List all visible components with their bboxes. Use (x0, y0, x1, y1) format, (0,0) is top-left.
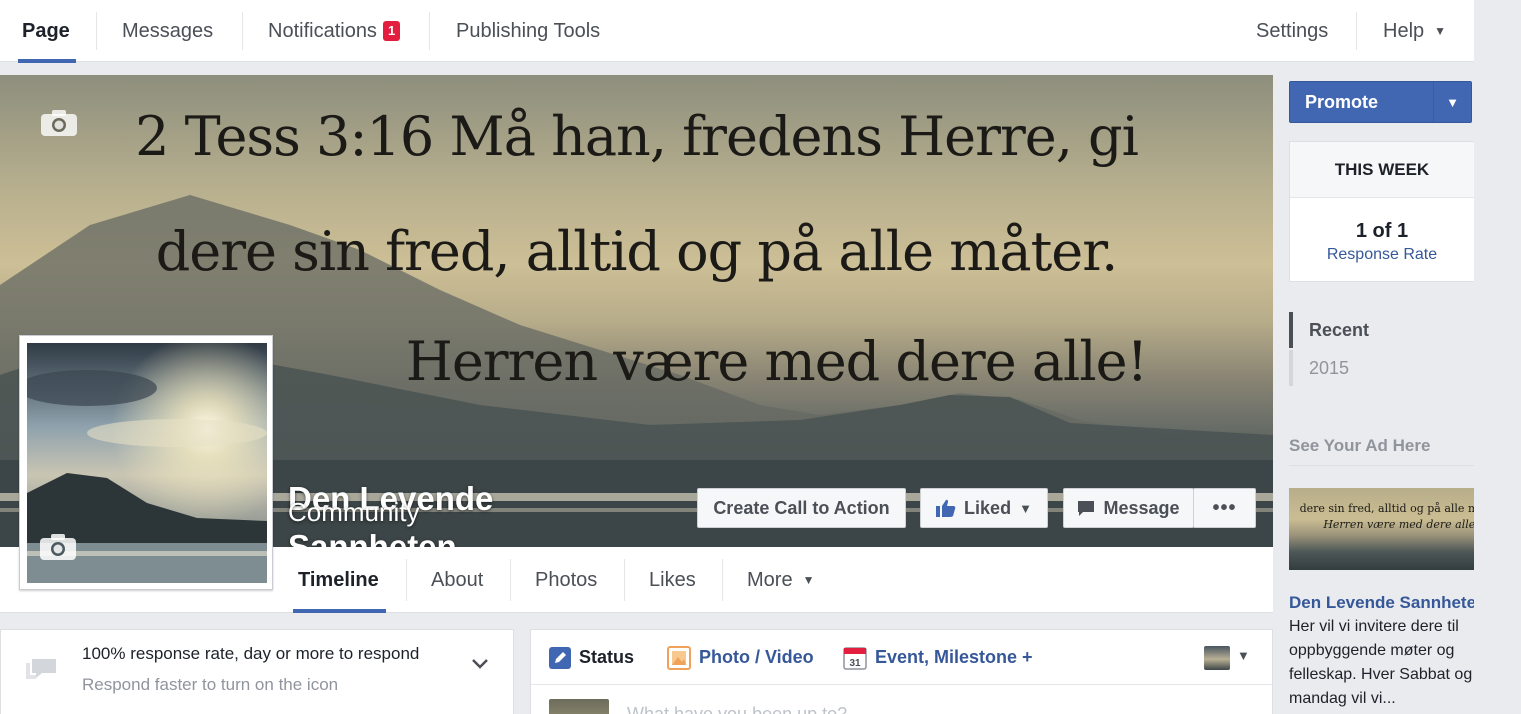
nav-notifications[interactable]: Notifications 1 (268, 0, 401, 62)
notifications-badge: 1 (382, 21, 401, 41)
camera-icon[interactable] (40, 109, 78, 137)
photo-icon (667, 645, 691, 670)
nav-publishing-tools[interactable]: Publishing Tools (456, 0, 600, 62)
composer-input[interactable]: What have you been up to? (627, 704, 847, 714)
avatar (549, 699, 609, 714)
tab-timeline[interactable]: Timeline (298, 547, 379, 613)
nav-divider (96, 12, 97, 50)
chat-bubble-icon (26, 659, 56, 679)
this-week-card: THIS WEEK 1 of 1 Response Rate (1289, 141, 1475, 282)
caret-down-icon: ▼ (1019, 500, 1032, 516)
tab-active-indicator (293, 609, 386, 613)
nav-page[interactable]: Page (22, 0, 70, 62)
tab-divider (624, 559, 625, 601)
nav-divider (242, 12, 243, 50)
composer-tabs: Status Photo / Video 31 Event, Milestone… (531, 630, 1272, 685)
response-count: 1 of 1 (1355, 220, 1409, 242)
post-composer: Status Photo / Video 31 Event, Milestone… (530, 629, 1273, 714)
response-rate-link[interactable]: Response Rate (1290, 246, 1474, 264)
svg-text:31: 31 (849, 658, 861, 669)
nav-divider (429, 12, 430, 50)
tab-more[interactable]: More ▼ (747, 547, 814, 613)
ad-title-link[interactable]: Den Levende Sannheten (1289, 593, 1486, 613)
tab-about[interactable]: About (431, 547, 483, 613)
message-bubble-icon (1078, 500, 1095, 516)
nav-settings[interactable]: Settings (1256, 0, 1328, 62)
tab-divider (722, 559, 723, 601)
create-call-to-action-button[interactable]: Create Call to Action (697, 488, 906, 528)
response-rate-card[interactable]: 100% response rate, day or more to respo… (0, 629, 514, 714)
composer-tab-event[interactable]: 31 Event, Milestone + (843, 630, 1033, 685)
more-options-button[interactable]: ••• (1193, 488, 1256, 528)
tab-divider (510, 559, 511, 601)
nav-messages[interactable]: Messages (122, 0, 213, 62)
caret-down-icon: ▼ (802, 573, 815, 587)
nav-divider (1356, 12, 1357, 50)
message-button[interactable]: Message (1063, 488, 1194, 528)
year-nav-recent[interactable]: Recent (1289, 312, 1449, 348)
tab-divider (406, 559, 407, 601)
profile-picture[interactable] (19, 335, 273, 590)
pencil-icon (549, 646, 571, 669)
caret-down-icon: ▼ (1434, 24, 1447, 38)
cover-verse-line: dere sin fred, alltid og på alle måter. (155, 220, 1119, 283)
page-avatar-selector[interactable] (1204, 646, 1230, 670)
thumbs-up-icon (936, 499, 956, 517)
camera-icon[interactable] (39, 533, 77, 561)
year-nav-2015[interactable]: 2015 (1289, 350, 1449, 386)
page-margin (1474, 0, 1521, 714)
composer-tab-photo-video[interactable]: Photo / Video (667, 630, 814, 685)
promote-dropdown[interactable]: ▼ (1433, 82, 1471, 122)
cover-verse-line: 2 Tess 3:16 Må han, fredens Herre, gi (135, 105, 1139, 168)
promote-button[interactable]: Promote ▼ (1289, 81, 1472, 123)
nav-active-indicator (18, 59, 76, 63)
page-category: Community (288, 497, 420, 527)
composer-tab-status[interactable]: Status (549, 630, 634, 685)
nav-help[interactable]: Help ▼ (1383, 0, 1446, 62)
page-admin-nav: Page Messages Notifications 1 Publishing… (0, 0, 1474, 63)
tab-likes[interactable]: Likes (649, 547, 696, 613)
caret-down-icon: ▼ (1446, 94, 1459, 110)
caret-down-icon[interactable]: ▼ (1237, 648, 1250, 663)
tab-photos[interactable]: Photos (535, 547, 597, 613)
cover-verse-line: Herren være med dere alle! (405, 330, 1149, 393)
chevron-down-icon[interactable] (471, 658, 489, 670)
calendar-icon: 31 (843, 646, 867, 670)
liked-button[interactable]: Liked ▼ (920, 488, 1048, 528)
